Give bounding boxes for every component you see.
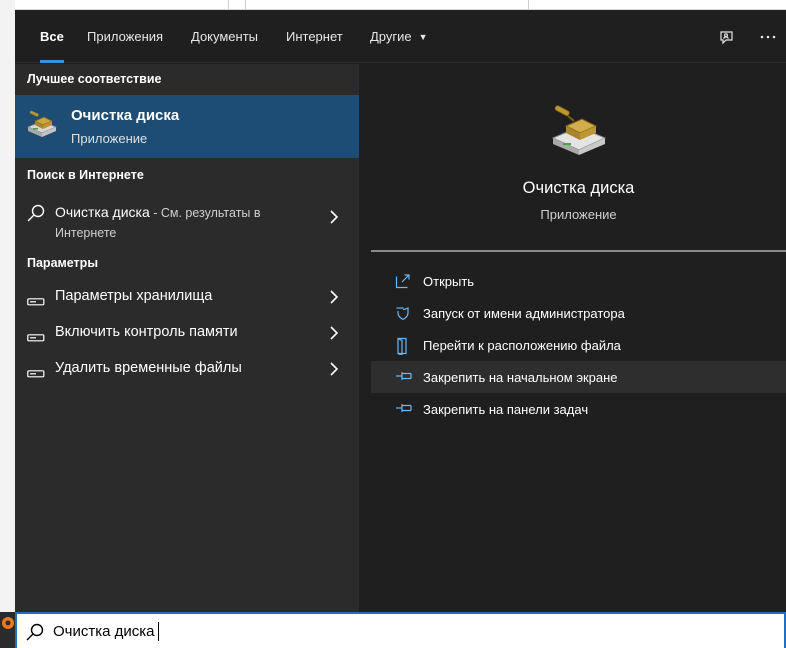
action-label: Закрепить на начальном экране bbox=[423, 370, 618, 385]
file-location-icon bbox=[395, 337, 411, 360]
shield-icon bbox=[395, 305, 411, 326]
background-separator bbox=[245, 0, 246, 10]
section-header-best-match: Лучшее соответствие bbox=[27, 72, 162, 86]
storage-icon bbox=[27, 365, 45, 383]
setting-item-storage[interactable]: Параметры хранилища bbox=[15, 279, 359, 315]
text-cursor bbox=[158, 622, 159, 641]
tab-apps[interactable]: Приложения bbox=[87, 10, 163, 63]
disk-cleanup-icon bbox=[549, 104, 609, 161]
caret-down-icon: ▼ bbox=[418, 31, 428, 42]
action-open-file-location[interactable]: Перейти к расположению файла bbox=[371, 329, 786, 361]
background-separator bbox=[528, 0, 529, 10]
tab-label: Интернет bbox=[286, 29, 343, 44]
pin-icon bbox=[395, 401, 413, 420]
search-input[interactable] bbox=[53, 620, 653, 642]
chevron-right-icon[interactable] bbox=[329, 361, 339, 382]
action-label: Открыть bbox=[423, 274, 475, 289]
background-separator bbox=[228, 0, 229, 10]
tab-label: Приложения bbox=[87, 29, 164, 44]
action-open[interactable]: Открыть bbox=[371, 265, 786, 297]
search-icon bbox=[25, 622, 45, 647]
tab-more[interactable]: Другие ▼ bbox=[370, 10, 428, 63]
divider bbox=[371, 250, 786, 252]
action-label: Перейти к расположению файла bbox=[423, 338, 621, 353]
web-search-item[interactable]: Очистка диска - См. результаты в Интерне… bbox=[15, 197, 359, 245]
web-search-line2: Интернете bbox=[55, 226, 117, 240]
tab-label: Документы bbox=[191, 29, 259, 44]
chevron-right-icon[interactable] bbox=[329, 209, 339, 230]
web-search-text: Очистка диска - См. результаты в bbox=[55, 204, 261, 220]
search-icon bbox=[25, 202, 47, 229]
feedback-icon[interactable] bbox=[713, 10, 739, 63]
preview-pane: Очистка диска Приложение Открыть Запуск … bbox=[371, 74, 786, 612]
search-filter-tabs: Все Приложения Документы Интернет Другие… bbox=[15, 10, 786, 63]
setting-label: Удалить временные файлы bbox=[55, 360, 242, 376]
results-list: Лучшее соответствие Очистка диска Прилож… bbox=[15, 64, 359, 612]
action-pin-to-taskbar[interactable]: Закрепить на панели задач bbox=[371, 393, 786, 425]
pin-icon bbox=[395, 369, 413, 388]
tab-all[interactable]: Все bbox=[40, 10, 64, 63]
setting-label: Включить контроль памяти bbox=[55, 324, 238, 340]
section-header-web: Поиск в Интернете bbox=[27, 168, 144, 182]
chevron-right-icon[interactable] bbox=[329, 325, 339, 346]
best-match-subtitle: Приложение bbox=[71, 131, 148, 146]
background-window-left bbox=[0, 0, 15, 612]
tab-label: Все bbox=[40, 29, 64, 44]
tab-documents[interactable]: Документы bbox=[191, 10, 258, 63]
storage-icon bbox=[27, 329, 45, 347]
section-header-settings: Параметры bbox=[27, 256, 98, 270]
more-options-icon[interactable] bbox=[755, 10, 781, 63]
chevron-right-icon[interactable] bbox=[329, 289, 339, 310]
preview-title: Очистка диска bbox=[522, 179, 635, 197]
web-search-query: Очистка диска bbox=[55, 204, 150, 220]
taskbar-app-icon[interactable] bbox=[0, 612, 15, 634]
setting-item-storage-sense[interactable]: Включить контроль памяти bbox=[15, 315, 359, 351]
setting-label: Параметры хранилища bbox=[55, 288, 213, 304]
storage-icon bbox=[27, 293, 45, 311]
background-window-top bbox=[15, 0, 786, 10]
setting-item-temp-files[interactable]: Удалить временные файлы bbox=[15, 351, 359, 387]
best-match-item[interactable]: Очистка диска Приложение bbox=[15, 95, 359, 158]
search-box[interactable] bbox=[15, 612, 786, 648]
action-label: Запуск от имени администратора bbox=[423, 306, 625, 321]
tab-web[interactable]: Интернет bbox=[286, 10, 343, 63]
web-search-suffix: - См. результаты в bbox=[149, 206, 261, 220]
disk-cleanup-icon bbox=[25, 109, 59, 142]
action-pin-to-start[interactable]: Закрепить на начальном экране bbox=[371, 361, 786, 393]
open-icon bbox=[395, 273, 411, 294]
best-match-title: Очистка диска bbox=[71, 107, 180, 124]
preview-subtitle: Приложение bbox=[540, 207, 617, 222]
search-window: Все Приложения Документы Интернет Другие… bbox=[15, 10, 786, 612]
tab-label: Другие bbox=[370, 29, 412, 44]
action-run-as-admin[interactable]: Запуск от имени администратора bbox=[371, 297, 786, 329]
action-label: Закрепить на панели задач bbox=[423, 402, 589, 417]
